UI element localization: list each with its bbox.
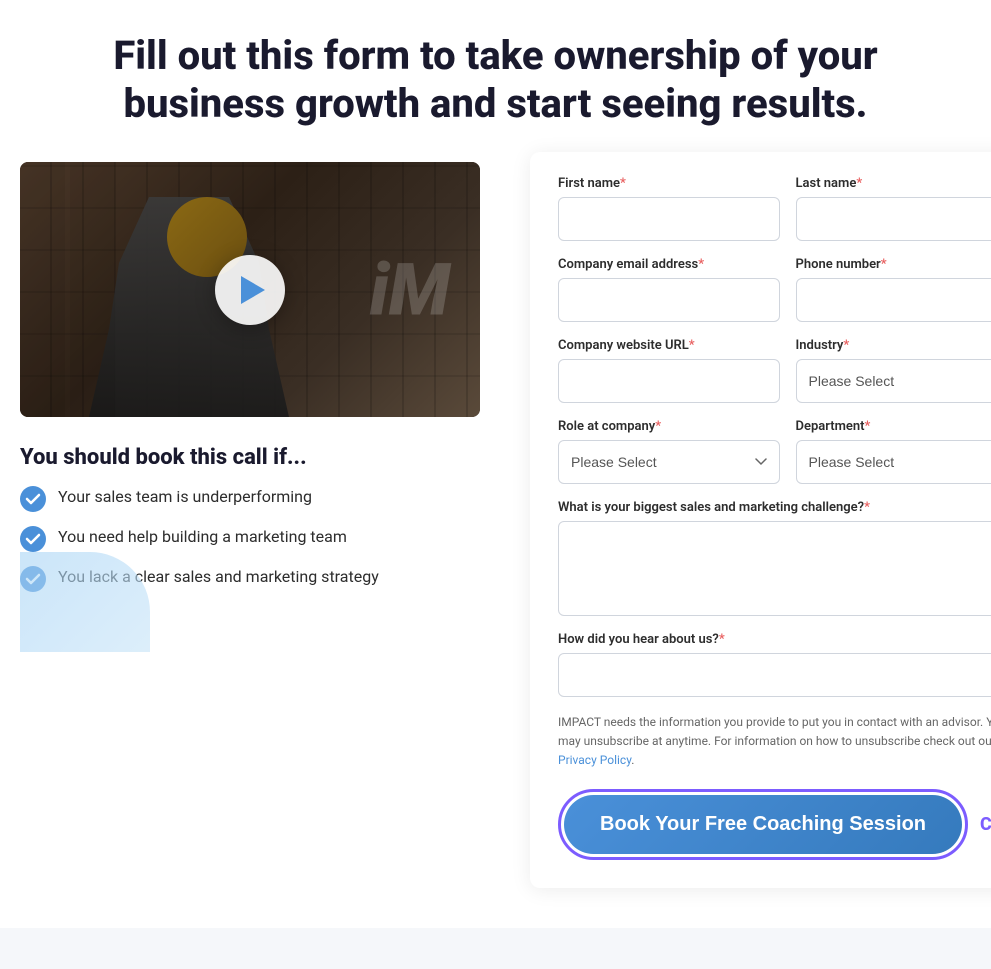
cta-container: Book Your Free Coaching Session CTA [558,789,991,860]
email-group: Company email address* [558,257,780,322]
role-label: Role at company* [558,419,780,434]
required-star: * [698,257,704,272]
form-row-website-industry: Company website URL* Industry* Please Se… [558,338,991,403]
required-star: * [689,338,695,353]
required-star: * [843,338,849,353]
book-session-button[interactable]: Book Your Free Coaching Session [564,795,962,854]
required-star: * [655,419,661,434]
role-select[interactable]: Please Select [558,440,780,484]
list-item: You need help building a marketing team [20,526,500,552]
required-star: * [865,419,871,434]
video-player[interactable]: iM [20,162,480,417]
department-label: Department* [796,419,991,434]
website-input[interactable] [558,359,780,403]
required-star: * [719,632,725,647]
required-star: * [881,257,887,272]
play-button[interactable] [215,255,285,325]
privacy-text: IMPACT needs the information you provide… [558,713,991,771]
header-section: Fill out this form to take ownership of … [0,0,991,152]
department-group: Department* Please Select [796,419,991,484]
challenge-textarea[interactable] [558,521,991,616]
cta-side-label: CTA [980,814,991,835]
last-name-input[interactable] [796,197,991,241]
required-star: * [620,176,626,191]
challenge-group: What is your biggest sales and marketing… [558,500,991,616]
form-row-challenge: What is your biggest sales and marketing… [558,500,991,616]
phone-group: Phone number* [796,257,991,322]
form-row-name: First name* Last name* [558,176,991,241]
check-icon-2 [20,526,46,552]
form-row-role-dept: Role at company* Please Select Departmen… [558,419,991,484]
last-name-group: Last name* [796,176,991,241]
website-group: Company website URL* [558,338,780,403]
hear-group: How did you hear about us?* [558,632,991,697]
page-title: Fill out this form to take ownership of … [106,32,886,128]
industry-label: Industry* [796,338,991,353]
phone-input[interactable] [796,278,991,322]
first-name-input[interactable] [558,197,780,241]
cta-button-wrapper: Book Your Free Coaching Session [558,789,968,860]
left-panel: iM You should book this call if... [20,152,500,652]
last-name-label: Last name* [796,176,991,191]
privacy-policy-link[interactable]: Privacy Policy [558,753,631,767]
website-label: Company website URL* [558,338,780,353]
department-select[interactable]: Please Select [796,440,991,484]
required-star: * [864,500,870,515]
list-item: Your sales team is underperforming [20,486,500,512]
first-name-group: First name* [558,176,780,241]
industry-group: Industry* Please Select [796,338,991,403]
play-icon [241,276,265,304]
form-row-hear: How did you hear about us?* [558,632,991,697]
email-input[interactable] [558,278,780,322]
form-panel: First name* Last name* Company email add… [530,152,991,888]
decorative-shape [20,552,150,652]
section-subtitle: You should book this call if... [20,445,500,470]
form-row-contact: Company email address* Phone number* [558,257,991,322]
check-icon-1 [20,486,46,512]
required-star: * [856,176,862,191]
phone-label: Phone number* [796,257,991,272]
industry-select[interactable]: Please Select [796,359,991,403]
email-label: Company email address* [558,257,780,272]
hear-input[interactable] [558,653,991,697]
first-name-label: First name* [558,176,780,191]
hear-label: How did you hear about us?* [558,632,991,647]
role-group: Role at company* Please Select [558,419,780,484]
page-wrapper: Fill out this form to take ownership of … [0,0,991,928]
content-area: iM You should book this call if... [0,152,991,928]
challenge-label: What is your biggest sales and marketing… [558,500,991,515]
